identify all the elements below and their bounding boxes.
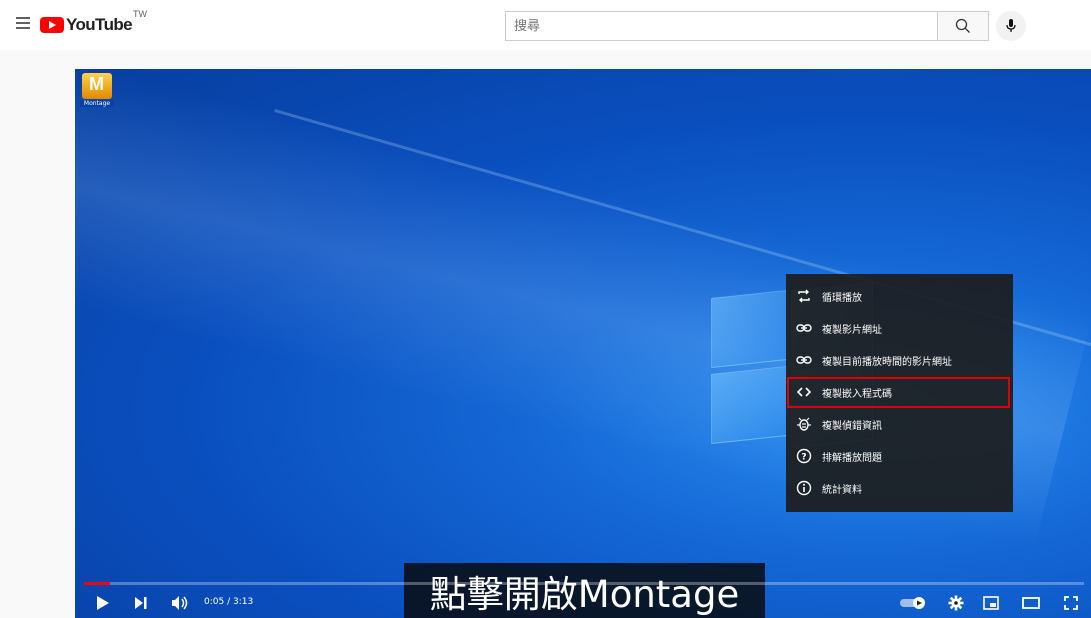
help-icon: ? [794, 446, 814, 466]
menu-item-label: 複製偵錯資訊 [822, 420, 882, 432]
play-icon [97, 596, 109, 610]
caption-text: 點擊開啟Montage [429, 572, 740, 616]
loop-icon [794, 286, 814, 306]
youtube-logo[interactable]: YouTube [40, 15, 133, 35]
fullscreen-button[interactable] [1061, 593, 1081, 613]
next-button[interactable] [131, 593, 151, 613]
menu-item-label: 循環播放 [822, 292, 862, 304]
autoplay-toggle-icon [900, 597, 925, 609]
video-player[interactable]: Montage 循環播放 複製影片網址 複製目前播放時間的影片網址 複製嵌入程 [75, 69, 1091, 618]
logo-text: YouTube [66, 15, 133, 34]
progress-played [84, 582, 110, 585]
montage-desktop-icon[interactable]: Montage [80, 73, 114, 111]
bug-icon [794, 414, 814, 434]
theater-mode-icon [1022, 597, 1040, 609]
microphone-icon [1006, 19, 1016, 32]
search-box [505, 11, 937, 41]
menu-icon[interactable] [16, 17, 30, 29]
settings-button[interactable] [946, 593, 966, 613]
voice-search-button[interactable] [996, 11, 1026, 41]
search-input[interactable] [506, 12, 937, 40]
volume-icon [172, 596, 188, 610]
search-button[interactable] [937, 11, 989, 41]
menu-item-label: 統計資料 [822, 484, 862, 496]
subtitle-caption: 點擊開啟Montage [404, 563, 765, 618]
menu-item-label: 複製影片網址 [822, 324, 882, 336]
menu-item-stats-for-nerds[interactable]: 統計資料 [786, 472, 1013, 504]
autoplay-toggle[interactable] [899, 594, 929, 612]
search-icon [955, 18, 970, 33]
masthead: YouTube TW [0, 0, 1091, 50]
menu-item-copy-url-at-time[interactable]: 複製目前播放時間的影片網址 [786, 344, 1013, 376]
desktop-icon-label: Montage [80, 100, 114, 107]
country-code: TW [133, 9, 147, 19]
miniplayer-button[interactable] [981, 593, 1001, 613]
menu-item-copy-debug-info[interactable]: 複製偵錯資訊 [786, 408, 1013, 440]
time-display: 0:05 / 3:13 [204, 597, 254, 607]
mute-button[interactable] [169, 593, 191, 613]
menu-item-loop[interactable]: 循環播放 [786, 280, 1013, 312]
menu-item-troubleshoot-playback[interactable]: ? 排解播放問題 [786, 440, 1013, 472]
miniplayer-icon [983, 596, 999, 610]
menu-item-label: 排解播放問題 [822, 452, 882, 464]
next-icon [135, 597, 147, 609]
play-logo-icon [40, 17, 64, 33]
embed-code-highlight-box [787, 377, 1010, 408]
progress-bar[interactable] [84, 582, 1084, 585]
menu-item-label: 複製目前播放時間的影片網址 [822, 356, 952, 368]
menu-item-copy-video-url[interactable]: 複製影片網址 [786, 312, 1013, 344]
link-icon [794, 318, 814, 338]
play-button[interactable] [93, 593, 113, 613]
theater-mode-button[interactable] [1020, 593, 1042, 613]
gear-icon [948, 595, 964, 611]
link-icon [794, 350, 814, 370]
fullscreen-icon [1064, 596, 1078, 610]
montage-app-icon [82, 73, 112, 99]
svg-text:?: ? [801, 453, 806, 463]
info-icon [794, 478, 814, 498]
